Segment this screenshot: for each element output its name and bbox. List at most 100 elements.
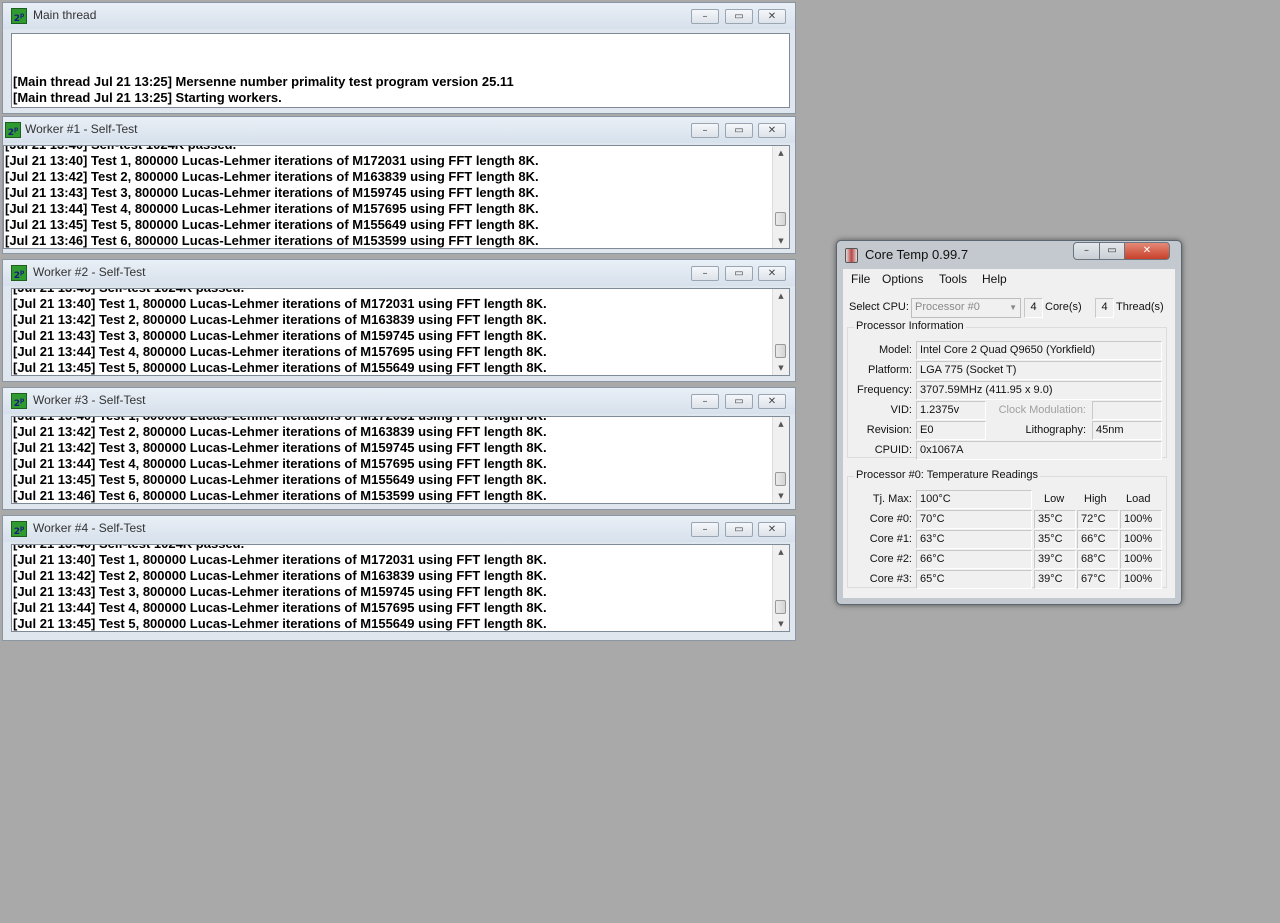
- core-load: 100%: [1120, 530, 1162, 549]
- scroll-down-icon[interactable]: ▼: [773, 489, 789, 503]
- worker-4-log[interactable]: [Jul 21 13:40] Self-test 1024K passed. […: [11, 544, 790, 632]
- worker-2-log[interactable]: [Jul 21 13:40] Self-test 1024K passed. […: [11, 288, 790, 376]
- close-icon[interactable]: ✕: [1124, 242, 1170, 260]
- select-cpu-dropdown[interactable]: Processor #0 ▼: [911, 298, 1021, 318]
- log-line: [Jul 21 13:42] Test 3, 800000 Lucas-Lehm…: [13, 440, 547, 455]
- log-line: [Jul 21 13:42] Test 2, 800000 Lucas-Lehm…: [13, 312, 547, 327]
- worker-3-titlebar[interactable]: 2p Worker #3 - Self-Test – ▭ ✕: [3, 388, 795, 414]
- main-thread-log[interactable]: [Main thread Jul 21 13:25] Mersenne numb…: [11, 33, 790, 108]
- coretemp-window: Core Temp 0.99.7 – ▭ ✕ File Options Tool…: [836, 240, 1182, 605]
- log-line: [Jul 21 13:42] Test 2, 800000 Lucas-Lehm…: [5, 169, 539, 184]
- maximize-icon[interactable]: ▭: [725, 394, 753, 409]
- vertical-scrollbar[interactable]: ▲ ▼: [772, 289, 789, 375]
- scroll-thumb[interactable]: [775, 344, 786, 358]
- prime95-icon: 2p: [5, 122, 21, 138]
- core-label: Core #3:: [869, 573, 912, 585]
- scroll-up-icon[interactable]: ▲: [773, 146, 789, 160]
- close-icon[interactable]: ✕: [758, 123, 786, 138]
- coretemp-body: Select CPU: Processor #0 ▼ 4 Core(s) 4 T…: [843, 291, 1175, 598]
- scroll-up-icon[interactable]: ▲: [773, 545, 789, 559]
- log-line-partial: [Jul 21 13:40] Self-test 1024K passed.: [5, 146, 773, 153]
- core-high: 68°C: [1077, 550, 1119, 569]
- window-title: Worker #3 - Self-Test: [33, 393, 146, 407]
- core-low: 39°C: [1034, 570, 1076, 589]
- log-line: [Jul 21 13:44] Test 4, 800000 Lucas-Lehm…: [5, 201, 539, 216]
- worker-1-log[interactable]: [Jul 21 13:40] Self-test 1024K passed. […: [3, 145, 790, 249]
- log-line: [Jul 21 13:42] Test 2, 800000 Lucas-Lehm…: [13, 424, 547, 439]
- worker-1-titlebar[interactable]: 2p Worker #1 - Self-Test – ▭ ✕: [3, 117, 795, 143]
- threads-count: 4: [1095, 298, 1114, 318]
- clock-modulation-value: [1092, 401, 1162, 420]
- model-value: Intel Core 2 Quad Q9650 (Yorkfield): [916, 341, 1162, 360]
- menu-file[interactable]: File: [851, 272, 870, 286]
- close-icon[interactable]: ✕: [758, 266, 786, 281]
- scroll-thumb[interactable]: [775, 472, 786, 486]
- minimize-icon[interactable]: –: [691, 266, 719, 281]
- minimize-icon[interactable]: –: [1073, 242, 1100, 260]
- close-icon[interactable]: ✕: [758, 9, 786, 24]
- menu-help[interactable]: Help: [982, 272, 1007, 286]
- tjmax-value: 100°C: [916, 490, 1032, 509]
- scroll-down-icon[interactable]: ▼: [773, 361, 789, 375]
- log-line: [Jul 21 13:46] Test 6, 800000 Lucas-Lehm…: [5, 233, 539, 248]
- lithography-value: 45nm: [1092, 421, 1162, 440]
- clock-modulation-label: Clock Modulation:: [998, 404, 1086, 416]
- worker-4-titlebar[interactable]: 2p Worker #4 - Self-Test – ▭ ✕: [3, 516, 795, 542]
- core-high: 67°C: [1077, 570, 1119, 589]
- core-high: 72°C: [1077, 510, 1119, 529]
- core-low: 35°C: [1034, 530, 1076, 549]
- menu-options[interactable]: Options: [882, 272, 923, 286]
- select-cpu-label: Select CPU:: [849, 301, 909, 313]
- frequency-label: Frequency:: [856, 384, 912, 396]
- cpuid-value: 0x1067A: [916, 441, 1162, 460]
- log-line: [Jul 21 13:40] Test 1, 800000 Lucas-Lehm…: [13, 552, 547, 567]
- log-line: [Jul 21 13:44] Test 4, 800000 Lucas-Lehm…: [13, 344, 547, 359]
- menu-tools[interactable]: Tools: [939, 272, 967, 286]
- revision-label: Revision:: [866, 424, 912, 436]
- worker-4-window: 2p Worker #4 - Self-Test – ▭ ✕ [Jul 21 1…: [2, 515, 796, 641]
- scroll-down-icon[interactable]: ▼: [773, 617, 789, 631]
- maximize-icon[interactable]: ▭: [725, 266, 753, 281]
- frequency-value: 3707.59MHz (411.95 x 9.0): [916, 381, 1162, 400]
- minimize-icon[interactable]: –: [691, 522, 719, 537]
- window-title: Worker #4 - Self-Test: [33, 521, 146, 535]
- group-title: Processor Information: [854, 320, 966, 332]
- core-low: 39°C: [1034, 550, 1076, 569]
- log-line: [Jul 21 13:45] Test 5, 800000 Lucas-Lehm…: [13, 360, 547, 375]
- worker-3-log[interactable]: [Jul 21 13:40] Test 1, 800000 Lucas-Lehm…: [11, 416, 790, 504]
- minimize-icon[interactable]: –: [691, 9, 719, 24]
- worker-2-titlebar[interactable]: 2p Worker #2 - Self-Test – ▭ ✕: [3, 260, 795, 286]
- log-line-partial: [Jul 21 13:40] Self-test 1024K passed.: [13, 289, 773, 296]
- select-cpu-value: Processor #0: [915, 301, 980, 313]
- scroll-thumb[interactable]: [775, 600, 786, 614]
- close-icon[interactable]: ✕: [758, 522, 786, 537]
- core-temp: 66°C: [916, 550, 1032, 569]
- scroll-up-icon[interactable]: ▲: [773, 289, 789, 303]
- maximize-icon[interactable]: ▭: [725, 522, 753, 537]
- vertical-scrollbar[interactable]: ▲ ▼: [772, 146, 789, 248]
- window-title: Main thread: [33, 8, 97, 22]
- window-title: Core Temp 0.99.7: [865, 247, 969, 262]
- log-line: [Jul 21 13:40] Test 1, 800000 Lucas-Lehm…: [5, 153, 539, 168]
- log-line-partial: [Jul 21 13:40] Test 1, 800000 Lucas-Lehm…: [13, 417, 773, 424]
- log-line: [Main thread Jul 21 13:25] Starting work…: [13, 90, 282, 105]
- maximize-icon[interactable]: ▭: [725, 123, 753, 138]
- minimize-icon[interactable]: –: [691, 123, 719, 138]
- vertical-scrollbar[interactable]: ▲ ▼: [772, 417, 789, 503]
- scroll-down-icon[interactable]: ▼: [773, 234, 789, 248]
- minimize-icon[interactable]: –: [691, 394, 719, 409]
- worker-2-window: 2p Worker #2 - Self-Test – ▭ ✕ [Jul 21 1…: [2, 259, 796, 382]
- log-line: [Jul 21 13:45] Test 5, 800000 Lucas-Lehm…: [13, 472, 547, 487]
- close-icon[interactable]: ✕: [758, 394, 786, 409]
- log-line: [Jul 21 13:40] Test 1, 800000 Lucas-Lehm…: [13, 296, 547, 311]
- scroll-up-icon[interactable]: ▲: [773, 417, 789, 431]
- lithography-label: Lithography:: [1025, 424, 1086, 436]
- log-line: [Jul 21 13:45] Test 5, 800000 Lucas-Lehm…: [13, 616, 547, 631]
- scroll-thumb[interactable]: [775, 212, 786, 226]
- core-temp: 63°C: [916, 530, 1032, 549]
- maximize-icon[interactable]: ▭: [725, 9, 753, 24]
- vertical-scrollbar[interactable]: ▲ ▼: [772, 545, 789, 631]
- main-thread-titlebar[interactable]: 2p Main thread – ▭ ✕: [3, 3, 795, 29]
- core-low: 35°C: [1034, 510, 1076, 529]
- maximize-icon[interactable]: ▭: [1099, 242, 1125, 260]
